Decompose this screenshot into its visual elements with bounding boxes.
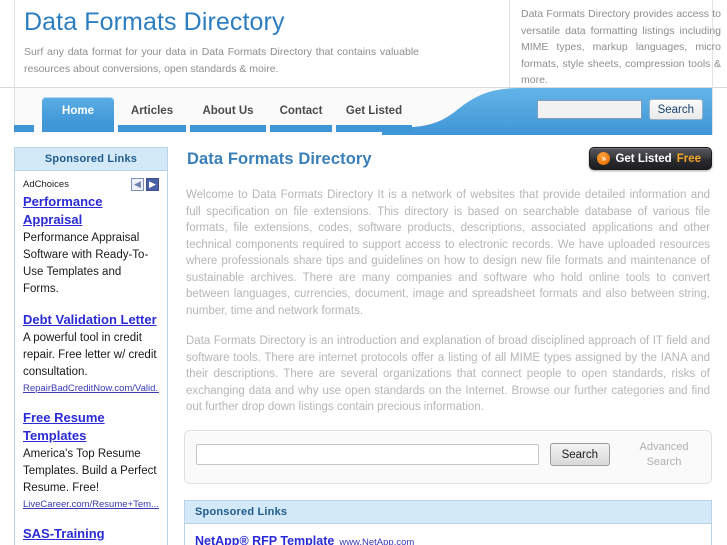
main-header-row: Data Formats Directory » Get Listed Free xyxy=(184,147,712,170)
header-blurb: Data Formats Directory provides access t… xyxy=(521,8,721,86)
sidebar-ad-item: Performance Appraisal Performance Apprais… xyxy=(23,193,159,298)
adchoices-label[interactable]: AdChoices xyxy=(23,179,69,190)
sidebar-ad-url[interactable]: RepairBadCreditNow.com/Valid.. xyxy=(23,382,159,396)
intro-paragraph-2: Data Formats Directory is an introductio… xyxy=(186,335,710,413)
content-area: Sponsored Links AdChoices ◀ ▶ Performanc… xyxy=(14,135,713,545)
header-inner: Data Formats Directory Surf any data for… xyxy=(14,0,721,88)
nav-item-articles[interactable]: Articles xyxy=(118,97,186,125)
get-listed-label: Get Listed xyxy=(615,152,672,165)
sidebar-ad-description: America's Top Resume Templates. Build a … xyxy=(23,448,157,494)
get-listed-free-button[interactable]: » Get Listed Free xyxy=(589,147,712,170)
sidebar-ad-item: SAS-Training xyxy=(23,525,159,543)
sidebar-ad-url[interactable]: LiveCareer.com/Resume+Tem... xyxy=(23,498,159,512)
sidebar-ad-title[interactable]: SAS-Training xyxy=(23,525,159,543)
sidebar-ad-title[interactable]: Free Resume Templates xyxy=(23,409,159,445)
nav-underline xyxy=(190,125,266,132)
main-search-button[interactable]: Search xyxy=(549,443,610,466)
nav-underline-stub xyxy=(14,125,34,132)
header-search-input[interactable] xyxy=(536,100,642,119)
main-column: Data Formats Directory » Get Listed Free… xyxy=(184,147,713,545)
bottom-ad-list: NetApp® RFP Templatewww.NetApp.comChange… xyxy=(185,524,711,545)
page-root: Data Formats Directory Surf any data for… xyxy=(0,0,727,545)
sidebar-ad-title[interactable]: Debt Validation Letter xyxy=(23,311,159,329)
chevron-double-right-icon: » xyxy=(597,152,611,165)
site-tagline: Surf any data format for your data in Da… xyxy=(24,46,419,75)
bottom-sponsored-title: Sponsored Links xyxy=(185,500,711,524)
adchoices-row: AdChoices ◀ ▶ xyxy=(23,178,159,191)
sidebar-sponsored-panel: Sponsored Links AdChoices ◀ ▶ Performanc… xyxy=(14,147,168,545)
header-search-group: Search xyxy=(536,99,703,120)
ad-carousel-arrows: ◀ ▶ xyxy=(131,178,159,191)
ad-next-arrow-icon[interactable]: ▶ xyxy=(146,178,159,191)
sidebar-ad-description: Performance Appraisal Software with Read… xyxy=(23,232,149,295)
sidebar-ad-item: Debt Validation Letter A powerful tool in… xyxy=(23,311,159,396)
header-vertical-divider xyxy=(509,0,510,87)
nav-item-home[interactable]: Home xyxy=(42,97,114,125)
nav-underline xyxy=(270,125,332,132)
bottom-ad-url[interactable]: www.NetApp.com xyxy=(339,537,414,545)
main-search-input[interactable] xyxy=(196,444,539,465)
nav-underline xyxy=(336,125,412,132)
site-header: Data Formats Directory Surf any data for… xyxy=(0,0,727,88)
brand-block: Data Formats Directory Surf any data for… xyxy=(24,7,504,78)
ad-prev-arrow-icon[interactable]: ◀ xyxy=(131,178,144,191)
page-title: Data Formats Directory xyxy=(187,150,372,168)
sidebar-ad-description: A powerful tool in credit repair. Free l… xyxy=(23,332,157,378)
nav-underline xyxy=(42,125,114,132)
intro-paragraph-1: Welcome to Data Formats Directory It is … xyxy=(186,189,710,317)
site-title: Data Formats Directory xyxy=(24,8,285,36)
navigation-bar: Home Articles About Us Contact Get Listed Se… xyxy=(0,88,727,135)
bottom-ad-title[interactable]: NetApp® RFP Template xyxy=(195,534,334,545)
bottom-sponsored-panel: Sponsored Links NetApp® RFP Template www.… xyxy=(184,499,712,545)
sidebar-ad-list: Performance Appraisal Performance Apprais… xyxy=(23,193,159,543)
nav-item-about-us[interactable]: About Us xyxy=(190,97,266,125)
sidebar-ad-body: AdChoices ◀ ▶ Performance Appraisal Perfo… xyxy=(15,171,167,545)
sidebar: Sponsored Links AdChoices ◀ ▶ Performanc… xyxy=(14,147,168,545)
main-search-panel: Search Advanced Search xyxy=(184,429,712,484)
header-search-button[interactable]: Search xyxy=(648,99,703,120)
nav-item-get-listed[interactable]: Get Listed xyxy=(336,97,412,125)
nav-item-contact[interactable]: Contact xyxy=(270,97,332,125)
sidebar-panel-title: Sponsored Links xyxy=(15,148,167,171)
nav-underline xyxy=(118,125,186,132)
advanced-search-link[interactable]: Advanced Search xyxy=(628,440,700,470)
bottom-ad-item: NetApp® RFP Templatewww.NetApp.comChange… xyxy=(195,532,701,545)
get-listed-free-highlight: Free xyxy=(676,152,701,165)
sidebar-ad-item: Free Resume Templates America's Top Resum… xyxy=(23,409,159,512)
sidebar-ad-title[interactable]: Performance Appraisal xyxy=(23,193,159,229)
bottom-ad-title-row: NetApp® RFP Template www.NetApp.com xyxy=(195,532,701,545)
